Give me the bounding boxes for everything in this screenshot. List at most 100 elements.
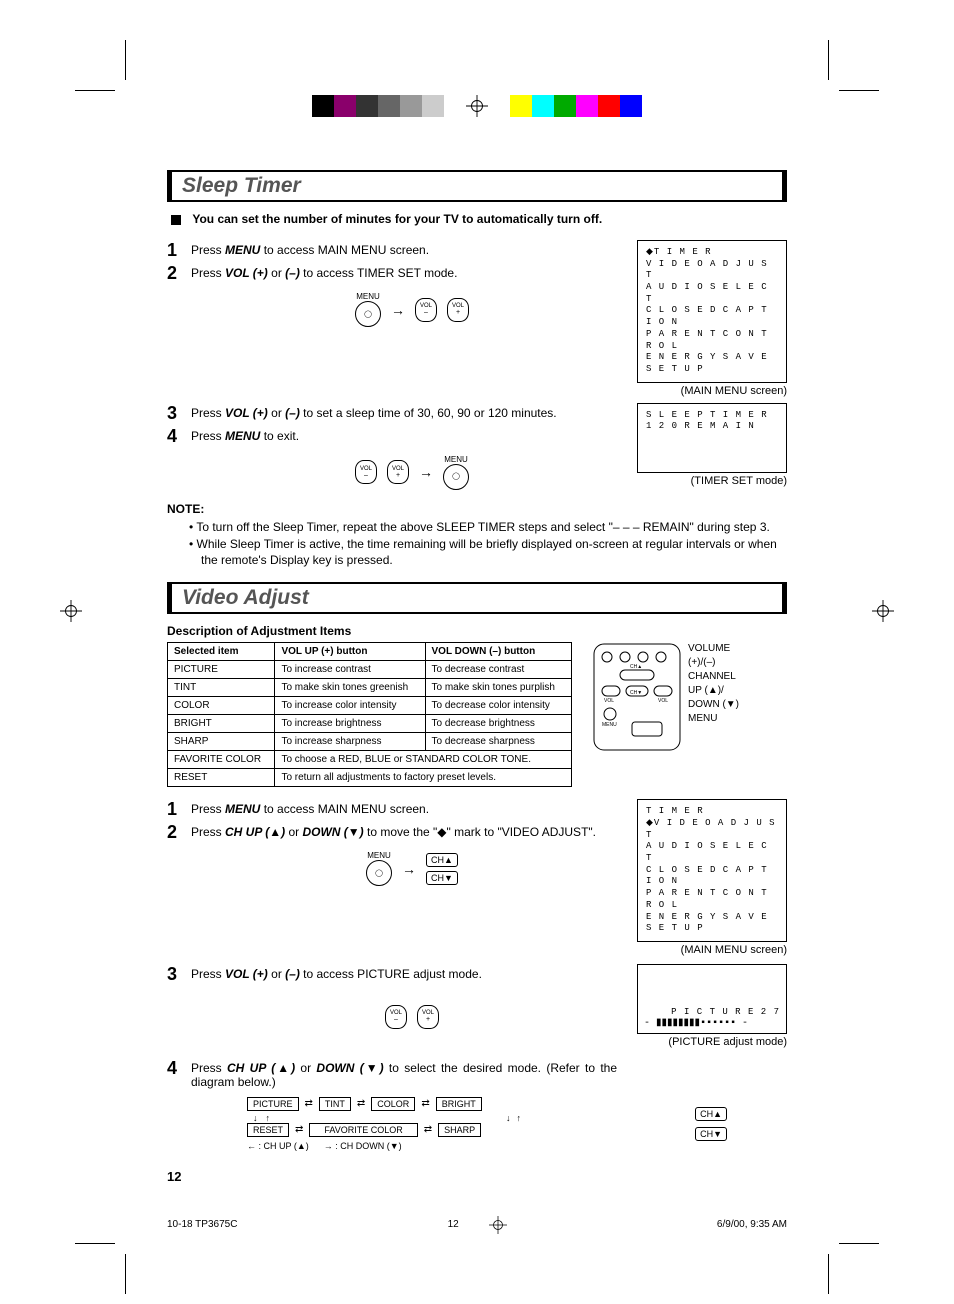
text: to access MAIN MENU screen. xyxy=(260,243,429,257)
note-list: To turn off the Sleep Timer, repeat the … xyxy=(189,520,787,569)
arrow-bidir-icon: ⇄ xyxy=(357,1098,365,1109)
step-3: 3 Press VOL (+) or (–) to set a sleep ti… xyxy=(167,403,617,424)
svg-text:MENU: MENU xyxy=(602,722,617,728)
text: to move the "◆" mark to "VIDEO ADJUST". xyxy=(364,825,596,839)
th: Selected item xyxy=(168,643,275,661)
sub-heading: Description of Adjustment Items xyxy=(167,624,787,638)
td: FAVORITE COLOR xyxy=(168,751,275,769)
td: To make skin tones purplish xyxy=(425,679,572,697)
osd-line: C L O S E D C A P T I O N xyxy=(646,305,778,328)
text: or xyxy=(268,266,285,280)
td: To return all adjustments to factory pre… xyxy=(275,769,572,787)
ch-down-button-icon: CH▼ xyxy=(426,871,458,885)
video-step-3: 3 Press VOL (+) or (–) to access PICTURE… xyxy=(167,964,617,985)
osd-line: ◆T I M E R xyxy=(646,247,778,259)
mode-flow-diagram: PICTURE⇄ TINT⇄ COLOR⇄ BRIGHT xyxy=(247,1097,675,1111)
arrow-right-icon: → xyxy=(419,464,433,480)
menu-button-icon: ◯ xyxy=(355,301,381,327)
osd-line: 1 2 0 R E M A I N xyxy=(646,421,778,433)
key-vol-plus: VOL (+) xyxy=(225,266,268,280)
osd-caption: (TIMER SET mode) xyxy=(637,475,787,487)
text: or xyxy=(295,1061,316,1075)
vol-plus-button-icon: VOL+ xyxy=(387,460,409,484)
vol-minus-button-icon: VOL– xyxy=(415,298,437,322)
osd-line: E N E R G Y S A V E xyxy=(646,912,778,924)
td: TINT xyxy=(168,679,275,697)
osd-line: V I D E O A D J U S T xyxy=(646,259,778,282)
legend-left: ← : CH UP (▲) xyxy=(247,1141,309,1151)
osd-main-menu: ◆T I M E R V I D E O A D J U S T A U D I… xyxy=(637,240,787,383)
label: (+)/(–) xyxy=(688,656,739,670)
registration-mark-icon xyxy=(872,600,894,622)
text: or xyxy=(285,825,302,839)
flow-legend: ← : CH UP (▲) → : CH DOWN (▼) xyxy=(247,1141,675,1151)
remote-icon: VOLVOL CH▲CH▼ MENU xyxy=(592,642,682,752)
arrow-bidir-icon: ⇄ xyxy=(421,1098,429,1109)
remote-label-list: VOLUME (+)/(–) CHANNEL UP (▲)/ DOWN (▼) … xyxy=(688,642,739,752)
button-diagram: VOL– VOL+ → MENU◯ xyxy=(207,455,617,490)
label: CHANNEL xyxy=(688,670,739,684)
vol-plus-button-icon: VOL+ xyxy=(417,1005,439,1029)
svg-text:VOL: VOL xyxy=(604,698,614,704)
td: To decrease contrast xyxy=(425,661,572,679)
footer-date: 6/9/00, 9:35 AM xyxy=(717,1219,787,1230)
label: MENU xyxy=(688,712,739,726)
mode-box: FAVORITE COLOR xyxy=(309,1123,417,1137)
note-item: While Sleep Timer is active, the time re… xyxy=(189,537,787,568)
key-vol-plus: VOL (+) xyxy=(225,967,268,981)
registration-mark-icon xyxy=(489,1216,507,1234)
text: Press xyxy=(191,1061,227,1075)
text: to access MAIN MENU screen. xyxy=(260,802,429,816)
td: To make skin tones greenish xyxy=(275,679,425,697)
section-title-sleep: Sleep Timer xyxy=(167,170,787,202)
vol-minus-button-icon: VOL– xyxy=(385,1005,407,1029)
step-2: 2 Press VOL (+) or (–) to access TIMER S… xyxy=(167,263,617,284)
mode-box: RESET xyxy=(247,1123,289,1137)
td: SHARP xyxy=(168,733,275,751)
osd-bar: - ▮▮▮▮▮▮▮▮▪▪▪▪▪▪ - xyxy=(644,1017,780,1029)
key-vol-minus: (–) xyxy=(285,266,300,280)
osd-line: P A R E N T C O N T R O L xyxy=(646,888,778,911)
text: Press xyxy=(191,429,225,443)
text: to set a sleep time of 30, 60, 90 or 120… xyxy=(300,406,557,420)
osd-caption: (MAIN MENU screen) xyxy=(637,944,787,956)
key-ch-down: DOWN (▼) xyxy=(302,825,363,839)
osd-line: E N E R G Y S A V E xyxy=(646,352,778,364)
td: COLOR xyxy=(168,697,275,715)
td: BRIGHT xyxy=(168,715,275,733)
mode-box: BRIGHT xyxy=(436,1097,482,1111)
crop-mark xyxy=(819,1234,879,1294)
page-content: Sleep Timer You can set the number of mi… xyxy=(167,0,787,1184)
step-1: 1 Press MENU to access MAIN MENU screen. xyxy=(167,240,617,261)
arrow-down-icon: ↓ xyxy=(253,1113,258,1123)
arrow-right-icon: → xyxy=(402,861,416,877)
section-title-video: Video Adjust xyxy=(167,582,787,614)
menu-button-icon: ◯ xyxy=(443,464,469,490)
crop-mark xyxy=(75,40,135,100)
key-vol-minus: (–) xyxy=(285,406,300,420)
text: Press xyxy=(191,825,225,839)
osd-line: ◆V I D E O A D J U S T xyxy=(646,818,778,841)
key-menu: MENU xyxy=(225,243,260,257)
td: To decrease sharpness xyxy=(425,733,572,751)
osd-line: T I M E R xyxy=(646,806,778,818)
label: UP (▲)/ xyxy=(688,684,739,698)
td: PICTURE xyxy=(168,661,275,679)
text: to access PICTURE adjust mode. xyxy=(300,967,482,981)
text: Press xyxy=(191,243,225,257)
arrow-bidir-icon: ⇄ xyxy=(424,1124,432,1135)
vol-plus-button-icon: VOL+ xyxy=(447,298,469,322)
td: To choose a RED, BLUE or STANDARD COLOR … xyxy=(275,751,572,769)
note-item: To turn off the Sleep Timer, repeat the … xyxy=(189,520,787,536)
registration-mark-icon xyxy=(466,95,488,117)
osd-line: A U D I O S E L E C T xyxy=(646,282,778,305)
osd-line: A U D I O S E L E C T xyxy=(646,841,778,864)
legend-right: → : CH DOWN (▼) xyxy=(324,1141,402,1151)
td: To increase color intensity xyxy=(275,697,425,715)
key-menu: MENU xyxy=(225,429,260,443)
sleep-lead: You can set the number of minutes for yo… xyxy=(171,212,787,226)
mode-box: COLOR xyxy=(371,1097,415,1111)
text: to exit. xyxy=(260,429,299,443)
step-4: 4 Press MENU to exit. xyxy=(167,426,617,447)
ch-up-button-icon: CH▲ xyxy=(695,1107,727,1121)
